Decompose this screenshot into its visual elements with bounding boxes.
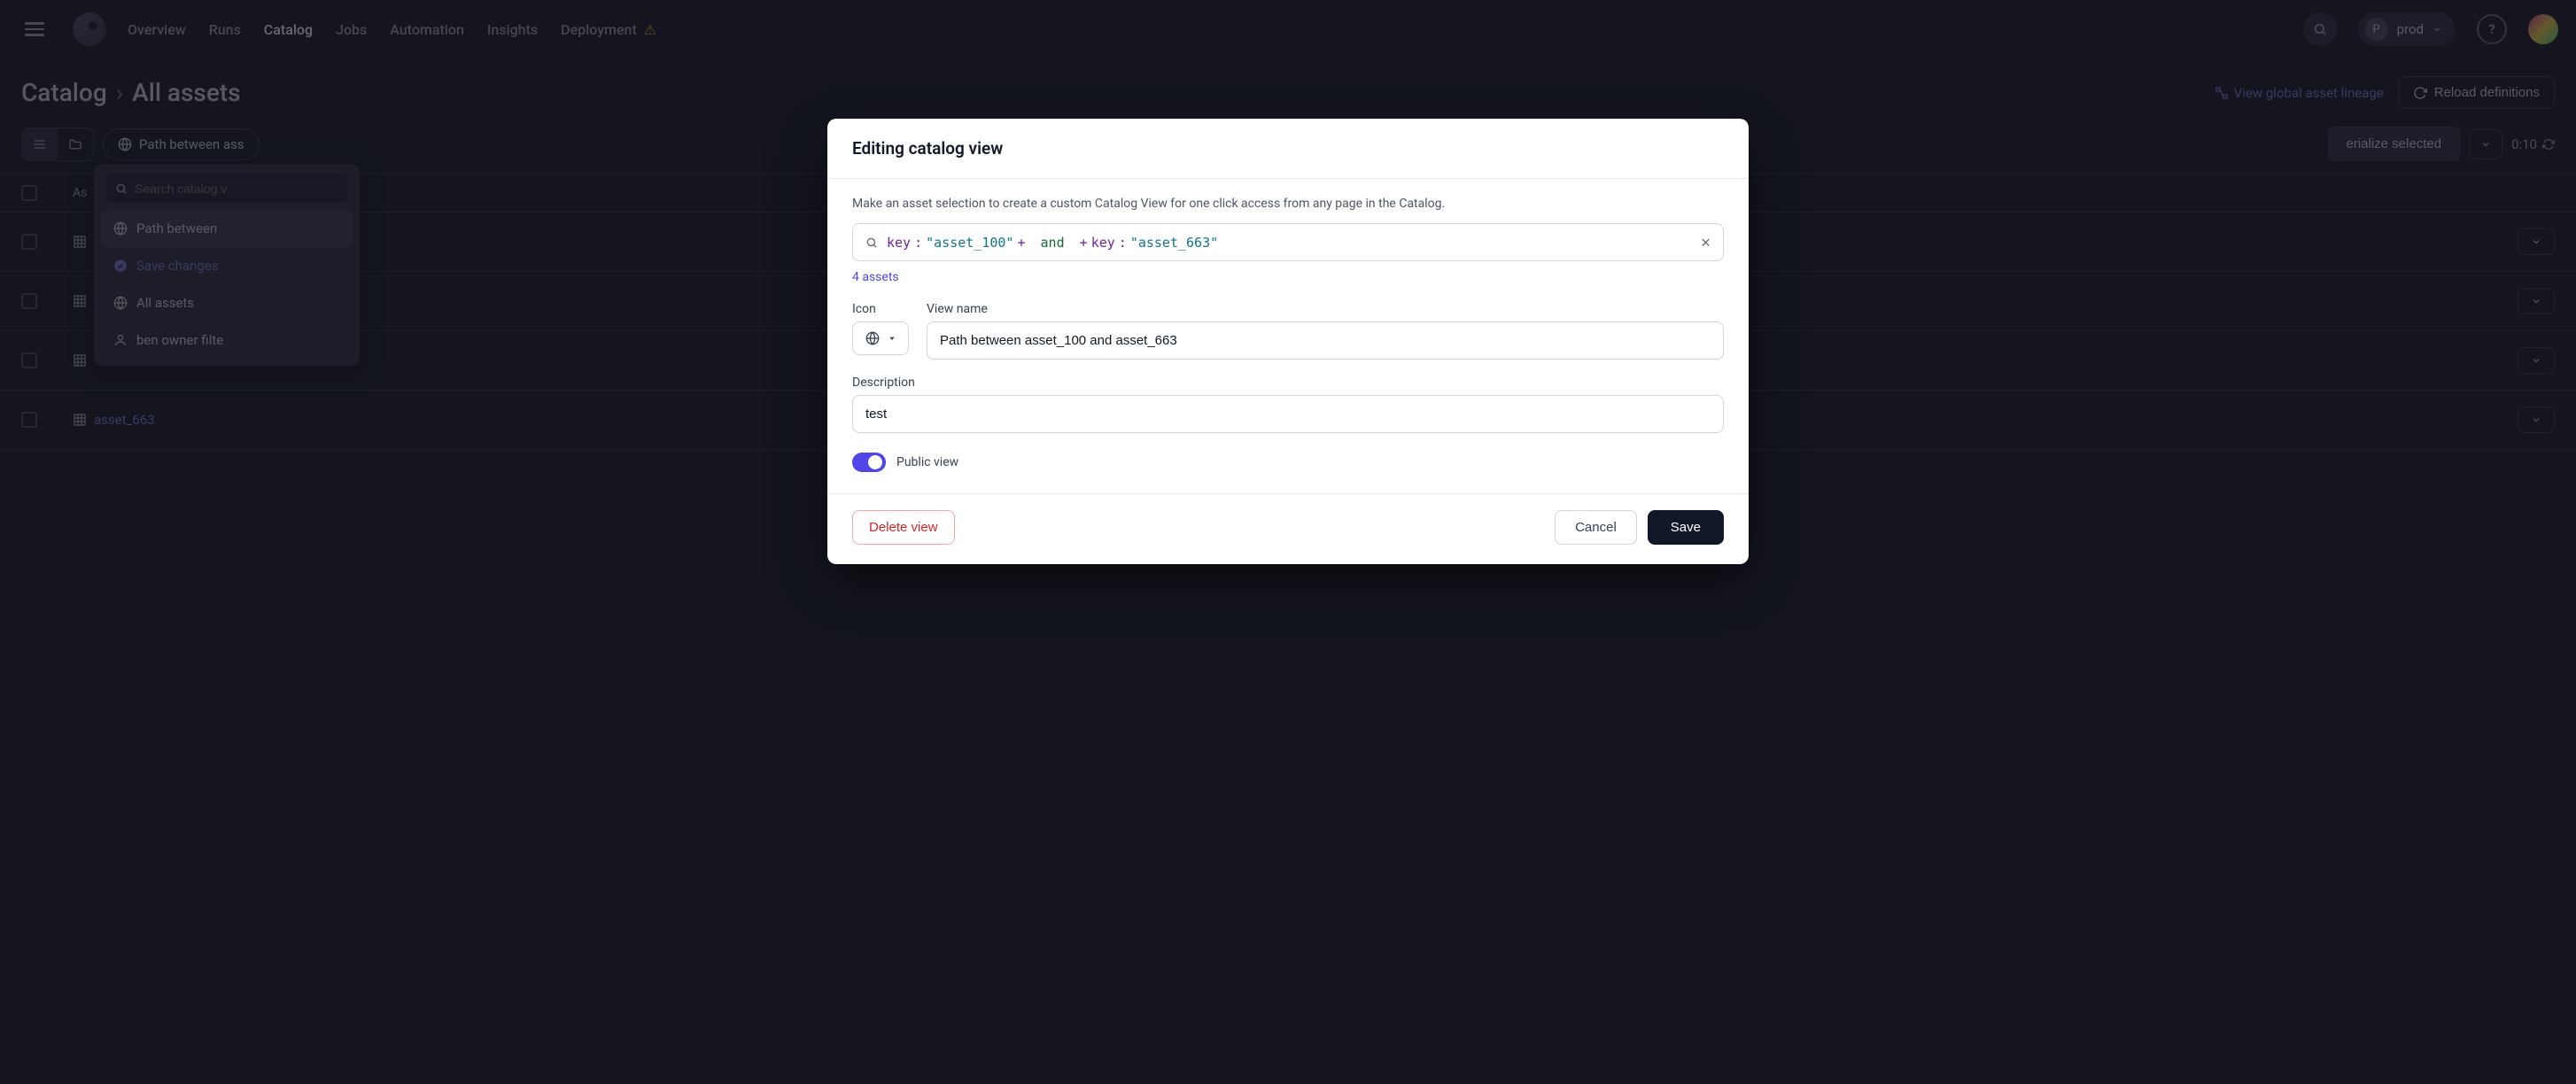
description-input[interactable]: [852, 395, 1724, 433]
modal-title: Editing catalog view: [827, 119, 1749, 179]
save-button[interactable]: Save: [1648, 510, 1724, 545]
description-label: Description: [852, 376, 1724, 390]
public-view-label: Public view: [896, 455, 958, 469]
asset-query-input[interactable]: key:"asset_100"+ and +key:"asset_663" ✕: [852, 223, 1724, 261]
public-view-toggle[interactable]: [852, 453, 886, 472]
edit-catalog-view-modal: Editing catalog view Make an asset selec…: [827, 119, 1749, 564]
clear-query-button[interactable]: ✕: [1701, 233, 1711, 252]
search-icon: [865, 236, 878, 249]
chevron-down-icon: [888, 335, 896, 342]
icon-selector[interactable]: [852, 321, 909, 355]
delete-view-button[interactable]: Delete view: [852, 510, 955, 545]
modal-description: Make an asset selection to create a cust…: [852, 197, 1724, 211]
cancel-button[interactable]: Cancel: [1555, 510, 1637, 545]
view-name-input[interactable]: [927, 321, 1724, 360]
asset-count-link[interactable]: 4 assets: [852, 270, 1724, 284]
icon-label: Icon: [852, 302, 909, 316]
globe-icon: [865, 331, 880, 345]
view-name-label: View name: [927, 302, 1724, 316]
